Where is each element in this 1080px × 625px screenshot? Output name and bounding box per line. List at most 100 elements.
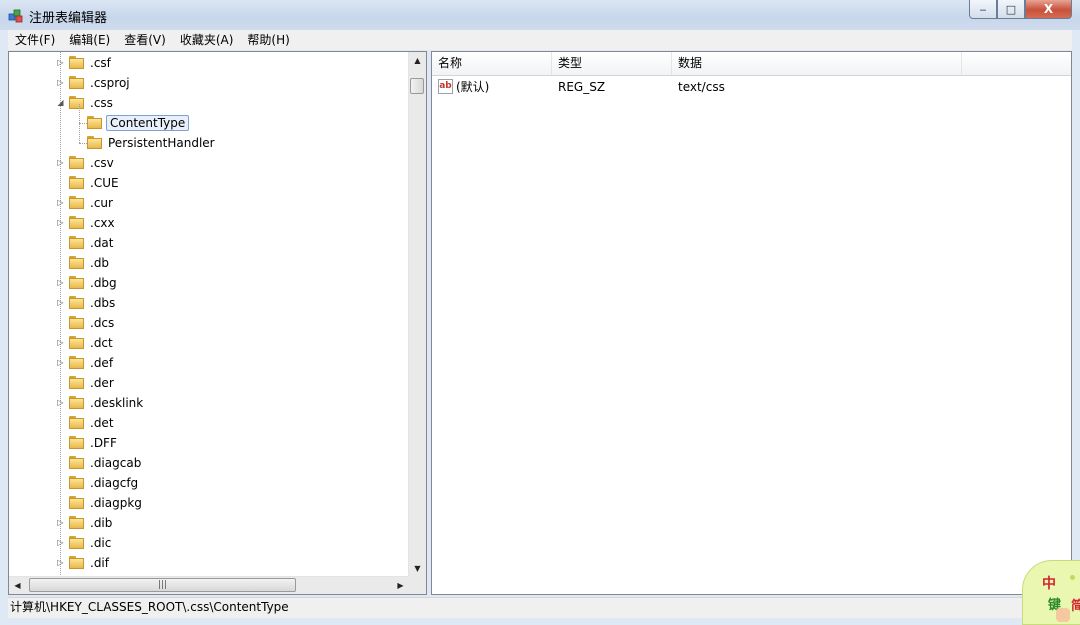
- tree-node-label: .dib: [90, 516, 113, 530]
- menu-bar: 文件(F) 编辑(E) 查看(V) 收藏夹(A) 帮助(H): [8, 30, 1072, 50]
- scroll-right-arrow-icon[interactable]: ▶: [392, 577, 409, 594]
- title-bar[interactable]: 注册表编辑器 ‒ □ X: [0, 0, 1080, 30]
- tree-horizontal-scrollbar[interactable]: ◀ ||| ▶: [9, 576, 409, 594]
- tree-node[interactable]: PersistentHandler: [87, 133, 215, 153]
- folder-icon: [69, 296, 85, 310]
- folder-icon: [69, 356, 85, 370]
- expand-arrow-icon[interactable]: ▷: [56, 518, 65, 527]
- tree-node[interactable]: ▷ .cur: [57, 193, 113, 213]
- tree-node[interactable]: ▷ .dif: [57, 553, 109, 573]
- collapse-arrow-icon[interactable]: ◢: [56, 98, 65, 107]
- tree-node[interactable]: .dcs: [69, 313, 114, 333]
- tree-node[interactable]: .db: [69, 253, 109, 273]
- expand-arrow-icon[interactable]: ▷: [56, 158, 65, 167]
- menu-file[interactable]: 文件(F): [8, 30, 62, 50]
- tree-node[interactable]: ▷ .dbs: [57, 293, 116, 313]
- string-value-icon: ab: [438, 79, 453, 94]
- tree-node-label: .css: [90, 96, 113, 110]
- scrollbar-corner: [409, 577, 426, 594]
- tree-node[interactable]: .dat: [69, 233, 114, 253]
- expand-arrow-icon[interactable]: ▷: [56, 278, 65, 287]
- tree-node[interactable]: .DFF: [69, 433, 117, 453]
- tree-vertical-scrollbar[interactable]: ▲ ▼: [408, 52, 426, 577]
- folder-icon: [69, 76, 85, 90]
- tree-node[interactable]: ▷ .dct: [57, 333, 113, 353]
- tree-node[interactable]: .diagcfg: [69, 473, 138, 493]
- expand-arrow-icon[interactable]: ▷: [56, 78, 65, 87]
- ime-indicator[interactable]: 中 键 简: [1022, 560, 1080, 625]
- maximize-button[interactable]: □: [997, 0, 1025, 19]
- tree-node-label: .diagpkg: [90, 496, 142, 510]
- folder-icon: [69, 536, 85, 550]
- scroll-down-arrow-icon[interactable]: ▼: [409, 560, 426, 577]
- registry-tree-pane[interactable]: ▷ .csf ▷ .csproj ◢ .css ContentType PersistentH…: [8, 51, 427, 595]
- tree-horizontal-scroll-thumb[interactable]: |||: [29, 578, 296, 592]
- expand-arrow-icon[interactable]: ▷: [56, 398, 65, 407]
- value-row[interactable]: ab (默认) REG_SZ text/css: [432, 76, 1071, 98]
- folder-icon: [69, 556, 85, 570]
- tree-node[interactable]: ▷ .cxx: [57, 213, 115, 233]
- menu-edit[interactable]: 编辑(E): [62, 30, 117, 50]
- registry-values-pane[interactable]: 名称 类型 数据 ab (默认) REG_SZ text/css: [431, 51, 1072, 595]
- expand-arrow-icon[interactable]: ▷: [56, 58, 65, 67]
- tree-node-label: .def: [90, 356, 114, 370]
- tree-node[interactable]: ▷ .csf: [57, 53, 111, 73]
- folder-icon: [69, 376, 85, 390]
- tree-sub-guide-line: [79, 104, 80, 143]
- minimize-button[interactable]: ‒: [969, 0, 997, 19]
- expand-arrow-icon[interactable]: ▷: [56, 358, 65, 367]
- expand-arrow-icon[interactable]: ▷: [56, 198, 65, 207]
- menu-favorites[interactable]: 收藏夹(A): [173, 30, 241, 50]
- tree-node[interactable]: ▷ .csproj: [57, 73, 130, 93]
- tree-node-label: PersistentHandler: [108, 136, 215, 150]
- expand-arrow-icon[interactable]: ▷: [56, 538, 65, 547]
- tree-node-label: .dbs: [90, 296, 116, 310]
- ime-mode-char: 中: [1042, 576, 1056, 592]
- tree-node-label: .cur: [90, 196, 113, 210]
- expand-arrow-icon[interactable]: ▷: [56, 298, 65, 307]
- tree-node[interactable]: ▷ .desklink: [57, 393, 143, 413]
- close-button[interactable]: X: [1025, 0, 1072, 19]
- tree-node-label: .dic: [90, 536, 112, 550]
- tree-node[interactable]: .CUE: [69, 173, 119, 193]
- folder-icon: [69, 396, 85, 410]
- tree-node[interactable]: ▷ .dbg: [57, 273, 117, 293]
- tree-node-label: .dbg: [90, 276, 117, 290]
- tree-node[interactable]: .diagcab: [69, 453, 141, 473]
- tree-node[interactable]: ContentType: [87, 113, 190, 133]
- registry-editor-icon: [8, 9, 23, 23]
- tree-node-label: .csproj: [90, 76, 130, 90]
- folder-icon: [69, 216, 85, 230]
- column-header-name[interactable]: 名称: [432, 52, 552, 75]
- tree-node[interactable]: ▷ .dic: [57, 533, 112, 553]
- column-header-type[interactable]: 类型: [552, 52, 672, 75]
- tree-node[interactable]: ▷ .csv: [57, 153, 114, 173]
- tree-node[interactable]: ▷ .dib: [57, 513, 113, 533]
- tree-node-label: .csf: [90, 56, 111, 70]
- expand-arrow-icon[interactable]: ▷: [56, 338, 65, 347]
- expand-arrow-icon[interactable]: ▷: [56, 218, 65, 227]
- tree-node[interactable]: .der: [69, 373, 114, 393]
- folder-icon: [69, 176, 85, 190]
- tree-node[interactable]: ◢ .css: [57, 93, 113, 113]
- status-bar: 计算机\HKEY_CLASSES_ROOT\.css\ContentType: [8, 597, 1072, 618]
- tree-node-label: .diagcfg: [90, 476, 139, 490]
- window-title: 注册表编辑器: [29, 11, 108, 26]
- expand-arrow-icon[interactable]: ▷: [56, 558, 65, 567]
- tree-node[interactable]: .diagpkg: [69, 493, 142, 513]
- tree-node-label: .dat: [90, 236, 114, 250]
- scroll-left-arrow-icon[interactable]: ◀: [9, 577, 26, 594]
- tree-node[interactable]: ▷ .def: [57, 353, 114, 373]
- tree-node[interactable]: .det: [69, 413, 114, 433]
- folder-icon: [69, 156, 85, 170]
- tree-node-label: .dct: [90, 336, 113, 350]
- column-header-data[interactable]: 数据: [672, 52, 962, 75]
- tree-node-label: .db: [90, 256, 110, 270]
- folder-icon: [69, 516, 85, 530]
- values-column-header: 名称 类型 数据: [432, 52, 1071, 76]
- menu-help[interactable]: 帮助(H): [240, 30, 296, 50]
- window-controls: ‒ □ X: [969, 0, 1072, 20]
- scroll-up-arrow-icon[interactable]: ▲: [409, 52, 426, 69]
- menu-view[interactable]: 查看(V): [117, 30, 173, 50]
- tree-vertical-scroll-thumb[interactable]: [410, 78, 424, 94]
